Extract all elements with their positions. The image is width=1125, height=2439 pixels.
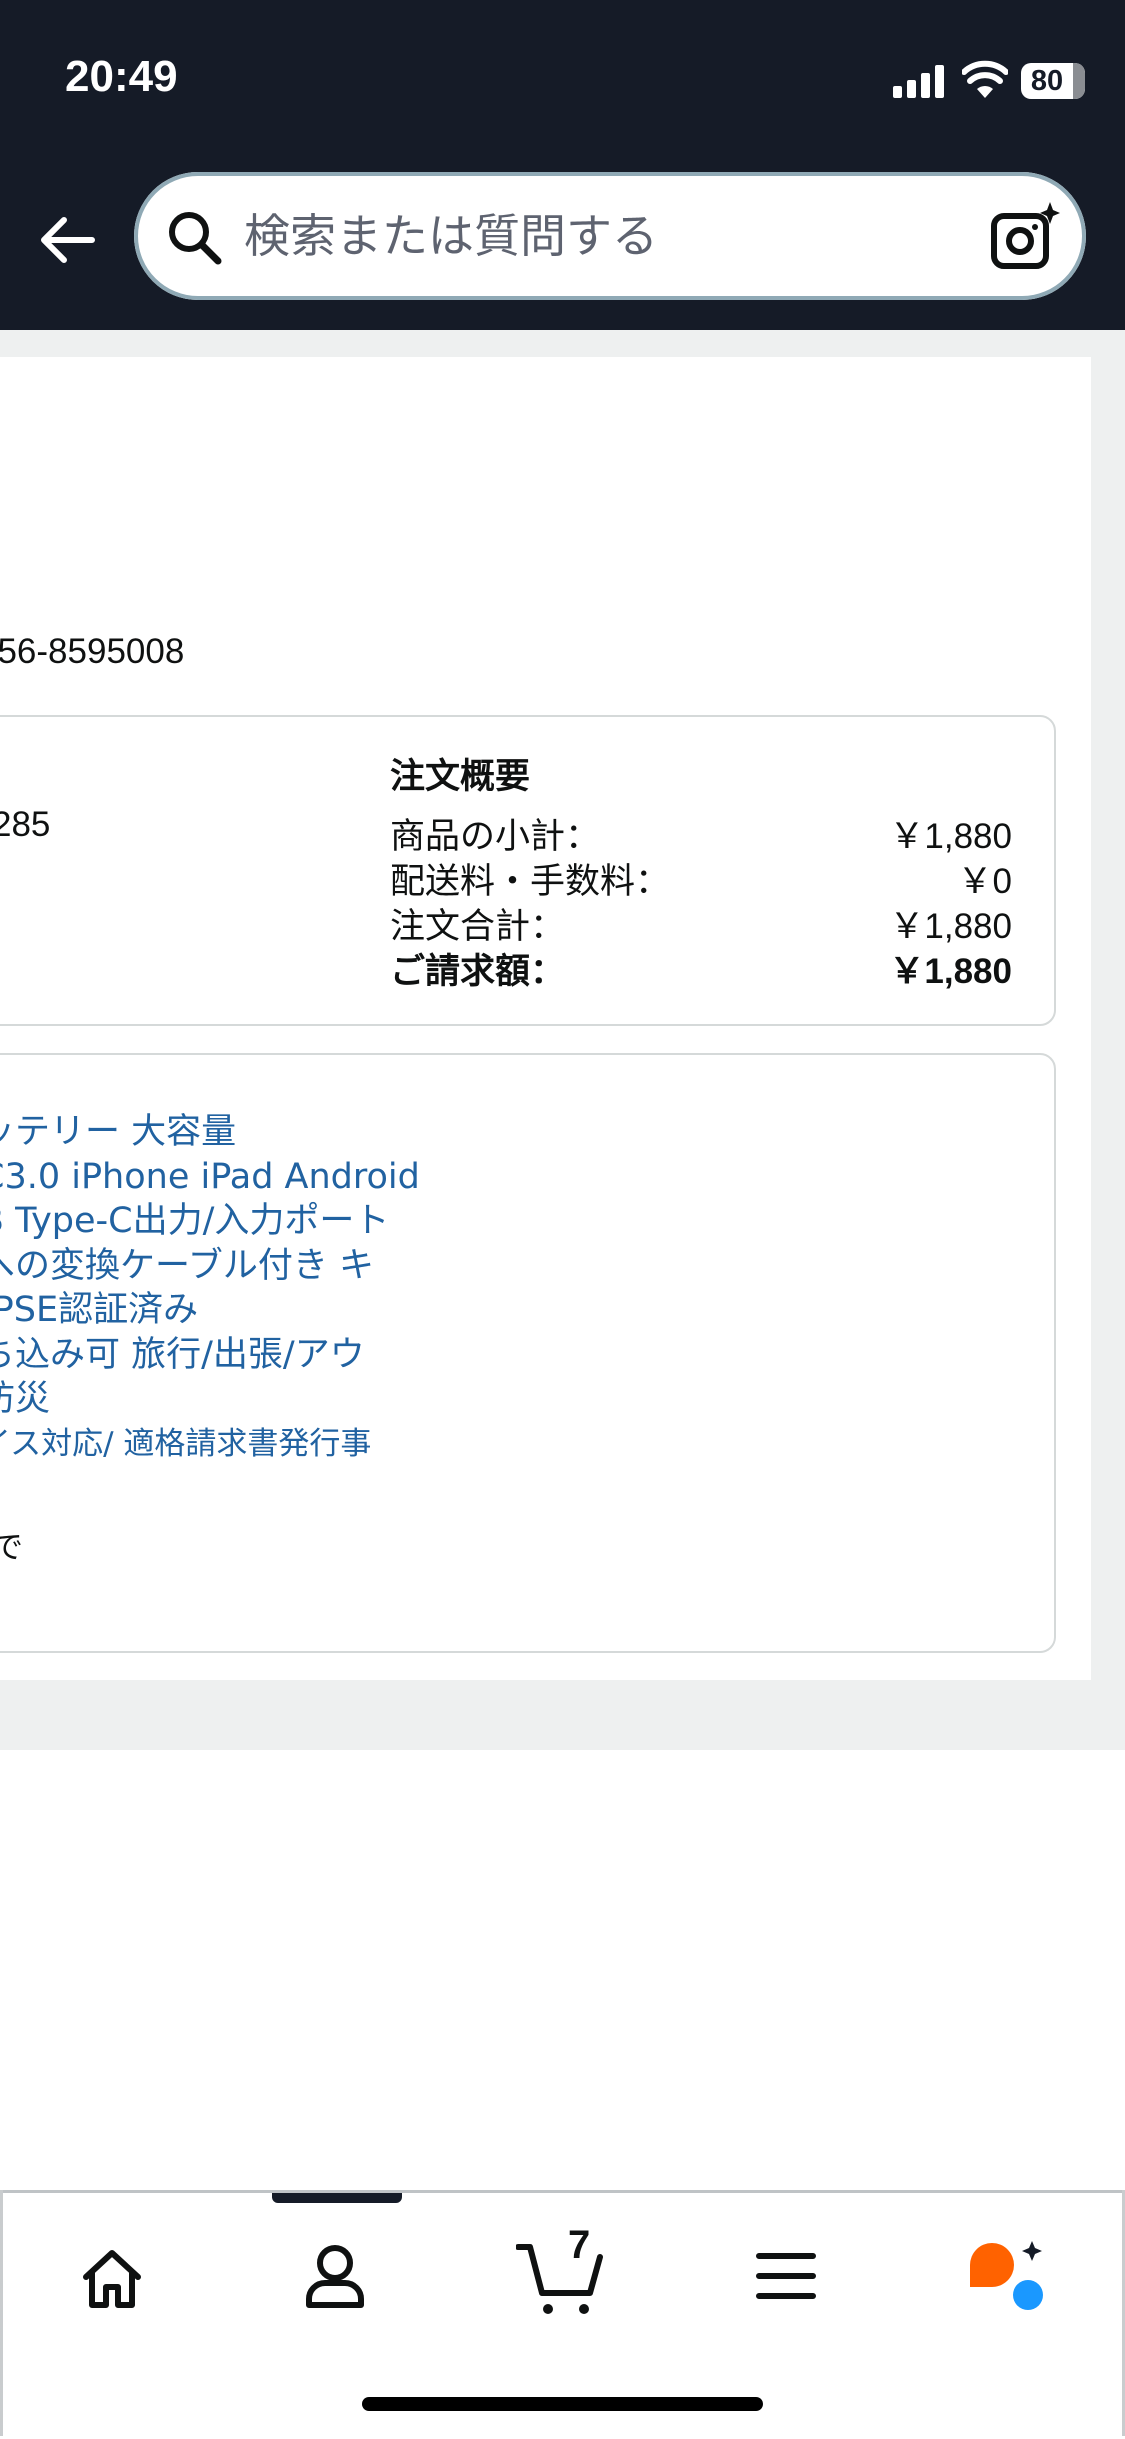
subtotal-label: 商品の小計：: [390, 817, 601, 857]
home-icon: [83, 2250, 141, 2308]
nav-rufus[interactable]: [966, 2229, 1086, 2329]
rufus-icon: [970, 2241, 1043, 2310]
home-indicator[interactable]: [362, 2397, 763, 2411]
status-time: 20:49: [65, 52, 178, 101]
product-title-line[interactable]: B Type-C出力/入力ポート: [0, 1199, 460, 1244]
frame-edge-left: [0, 2190, 3, 2436]
billing-value: ￥1,880: [889, 952, 1012, 991]
product-title-line[interactable]: 防災: [0, 1377, 460, 1422]
order-total-value: ￥1,880: [889, 907, 1012, 946]
search-bar[interactable]: [134, 172, 1086, 300]
address-partial-text: 285: [0, 805, 51, 844]
search-input[interactable]: [244, 200, 944, 272]
search-icon: [169, 212, 222, 265]
product-title-line[interactable]: イス対応/ 適格請求書発行事: [0, 1422, 460, 1467]
product-title-line[interactable]: C3.0 iPhone iPad Android: [0, 1155, 460, 1200]
battery-level: 80: [1030, 65, 1064, 97]
summary-row-shipping: 配送料・手数料： ￥0: [390, 853, 1012, 902]
menu-icon: [756, 2253, 816, 2299]
shipping-label: 配送料・手数料：: [390, 862, 671, 902]
nav-menu[interactable]: [756, 2229, 876, 2329]
product-sub-text: で: [0, 1530, 23, 1566]
product-title-line[interactable]: ち込み可 旅行/出張/アウ: [0, 1333, 460, 1378]
nav-active-indicator: [272, 2193, 402, 2203]
billing-label: ご請求額：: [390, 952, 566, 992]
back-arrow-icon[interactable]: [34, 208, 98, 272]
summary-row-order-total: 注文合計： ￥1,880: [390, 898, 1012, 947]
summary-title: 注文概要: [390, 757, 531, 797]
top-header: 20:49 80: [0, 0, 1125, 330]
subtotal-value: ￥1,880: [889, 817, 1012, 856]
summary-row-subtotal: 商品の小計： ￥1,880: [390, 808, 1012, 857]
product-title-link[interactable]: ッテリー 大容量 C3.0 iPhone iPad Android B Type…: [0, 1110, 460, 1466]
battery-icon: 80: [1021, 63, 1085, 99]
cart-icon: [516, 2244, 603, 2314]
camera-icon[interactable]: [990, 202, 1060, 272]
account-icon: [306, 2245, 364, 2308]
product-title-line[interactable]: への変換ケーブル付き キ: [0, 1244, 460, 1289]
order-total-label: 注文合計：: [390, 907, 566, 947]
product-title-line[interactable]: -PSE認証済み: [0, 1288, 460, 1333]
cart-count-badge: 7: [568, 2223, 591, 2267]
shipping-value: ￥0: [957, 862, 1012, 901]
nav-account[interactable]: [303, 2229, 423, 2329]
wifi-icon: [962, 60, 1008, 98]
summary-row-billing: ご請求額： ￥1,880: [390, 943, 1012, 992]
nav-home[interactable]: [80, 2229, 200, 2329]
signal-icon: [893, 64, 945, 98]
order-number: 356-8595008: [0, 632, 185, 671]
product-title-line[interactable]: ッテリー 大容量: [0, 1110, 460, 1155]
nav-cart[interactable]: 7: [516, 2223, 636, 2329]
